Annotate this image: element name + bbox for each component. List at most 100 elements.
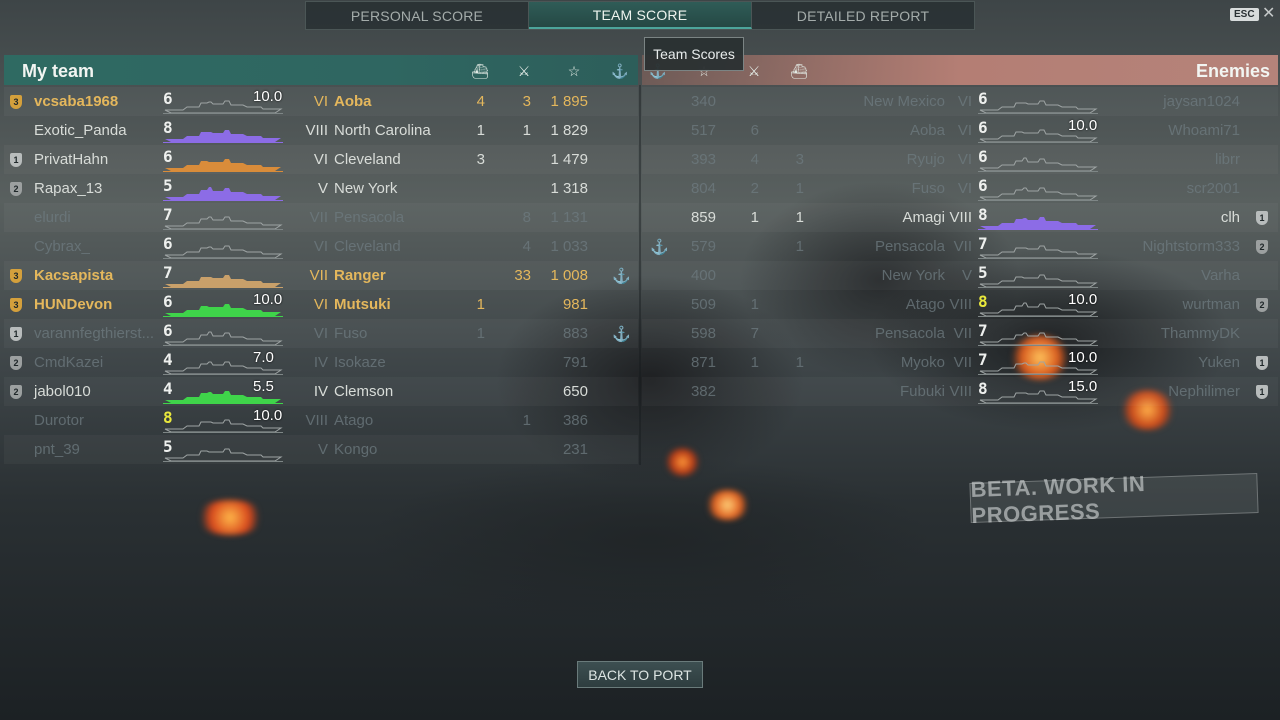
ship-silhouette-icon bbox=[163, 187, 283, 201]
tab-team-score[interactable]: TEAM SCORE bbox=[529, 2, 752, 29]
ship-silhouette-icon bbox=[978, 274, 1098, 288]
ship-tier-roman: V bbox=[317, 180, 328, 197]
player-name[interactable]: pnt_39 bbox=[34, 441, 80, 458]
table-row[interactable]: 340 New Mexico VI 6 jaysan1024 bbox=[642, 87, 1278, 116]
score-value: 231 bbox=[562, 441, 588, 458]
table-row[interactable]: 598 7 Pensacola VII 7 ThammyDK bbox=[642, 319, 1278, 348]
ship-tier-roman: VI bbox=[957, 180, 972, 197]
table-row[interactable]: Cybrax_ 6 VI Cleveland 4 1 033 bbox=[4, 232, 638, 261]
player-name[interactable]: jaysan1024 bbox=[1112, 93, 1240, 110]
rank-badge-icon: 1 bbox=[1256, 211, 1268, 225]
table-row[interactable]: 871 1 1 Myoko VII 7 10.0 Yuken 1 bbox=[642, 348, 1278, 377]
player-name[interactable]: elurdi bbox=[34, 209, 71, 226]
base-capture-anchor-icon: ⚓ bbox=[611, 63, 629, 79]
player-name[interactable]: varannfegthierst... bbox=[34, 325, 154, 342]
player-name[interactable]: Rapax_13 bbox=[34, 180, 102, 197]
rank-badge-icon: 2 bbox=[1256, 240, 1268, 254]
ship-name: Cleveland bbox=[334, 238, 401, 255]
player-name[interactable]: jabol010 bbox=[34, 383, 91, 400]
ship-silhouette bbox=[163, 154, 283, 172]
player-name[interactable]: Nightstorm333 bbox=[1112, 238, 1240, 255]
ship-name: Pensacola bbox=[874, 325, 945, 342]
player-name[interactable]: Exotic_Panda bbox=[34, 122, 127, 139]
back-to-port-button[interactable]: BACK TO PORT bbox=[577, 661, 703, 688]
table-row[interactable]: 859 1 1 Amagi VIII 8 clh 1 bbox=[642, 203, 1278, 232]
ship-health-value: 10.0 bbox=[253, 291, 283, 308]
ship-tier-roman: VIII bbox=[305, 122, 328, 139]
table-row[interactable]: elurdi 7 VII Pensacola 8 1 131 bbox=[4, 203, 638, 232]
player-name[interactable]: HUNDevon bbox=[34, 296, 112, 313]
player-name[interactable]: Nephilimer bbox=[1112, 383, 1240, 400]
table-row[interactable]: 3 vcsaba1968 6 10.0 VI Aoba 4 3 1 895 bbox=[4, 87, 638, 116]
plane-kills-icon: ⛴ bbox=[471, 63, 489, 79]
player-name[interactable]: ThammyDK bbox=[1112, 325, 1240, 342]
plane-kills-value: 1 bbox=[476, 296, 485, 313]
ship-tier-roman: VIII bbox=[949, 296, 972, 313]
table-row[interactable]: 2 Rapax_13 5 V New York 1 318 bbox=[4, 174, 638, 203]
ship-tier-roman: VII bbox=[953, 325, 972, 342]
player-name[interactable]: clh bbox=[1112, 209, 1240, 226]
player-name[interactable]: Varha bbox=[1112, 267, 1240, 284]
table-row[interactable]: 400 New York V 5 Varha bbox=[642, 261, 1278, 290]
score-value: 400 bbox=[690, 267, 716, 284]
tab-detailed-report[interactable]: DETAILED REPORT bbox=[752, 2, 974, 29]
ship-tier-roman: VII bbox=[953, 238, 972, 255]
table-row[interactable]: 2 CmdKazei 4 7.0 IV Isokaze 791 bbox=[4, 348, 638, 377]
table-row[interactable]: 509 1 Atago VIII 8 10.0 wurtman 2 bbox=[642, 290, 1278, 319]
score-value: 650 bbox=[562, 383, 588, 400]
ship-silhouette bbox=[163, 241, 283, 259]
ship-name: Clemson bbox=[334, 383, 394, 400]
plane-kills-value: 1 bbox=[476, 122, 485, 139]
player-name[interactable]: vcsaba1968 bbox=[34, 93, 118, 110]
rank-badge-icon: 3 bbox=[10, 298, 22, 312]
close-icon[interactable]: ✕ bbox=[1262, 3, 1275, 23]
ship-silhouette bbox=[163, 125, 283, 143]
plane-kills-value: 1 bbox=[476, 325, 485, 342]
score-value: 1 318 bbox=[550, 180, 588, 197]
player-name[interactable]: CmdKazei bbox=[34, 354, 103, 371]
rank-badge-icon: 2 bbox=[10, 356, 22, 370]
table-row[interactable]: 2 jabol010 4 5.5 IV Clemson 650 bbox=[4, 377, 638, 406]
player-name[interactable]: Whoami71 bbox=[1112, 122, 1240, 139]
tab-personal-score[interactable]: PERSONAL SCORE bbox=[306, 2, 529, 29]
player-name[interactable]: Yuken bbox=[1112, 354, 1240, 371]
table-row[interactable]: 393 4 3 Ryujo VI 6 librr bbox=[642, 145, 1278, 174]
plane-kills-value: 4 bbox=[476, 93, 485, 110]
player-name[interactable]: PrivatHahn bbox=[34, 151, 108, 168]
ship-name: Fuso bbox=[334, 325, 368, 342]
ship-kills-value: 2 bbox=[750, 180, 759, 197]
player-name[interactable]: librr bbox=[1112, 151, 1240, 168]
esc-key-button[interactable]: ESC bbox=[1230, 8, 1259, 21]
ship-tier-roman: VI bbox=[313, 238, 328, 255]
ship-tier-roman: V bbox=[317, 441, 328, 458]
score-value: 517 bbox=[690, 122, 716, 139]
table-row[interactable]: 1 PrivatHahn 6 VI Cleveland 3 1 479 bbox=[4, 145, 638, 174]
player-name[interactable]: Cybrax_ bbox=[34, 238, 90, 255]
table-row[interactable]: 804 2 1 Fuso VI 6 scr2001 bbox=[642, 174, 1278, 203]
table-row[interactable]: 517 6 Aoba VI 6 10.0 Whoami71 bbox=[642, 116, 1278, 145]
score-value: 1 033 bbox=[550, 238, 588, 255]
rank-badge-icon: 1 bbox=[10, 153, 22, 167]
score-value: 340 bbox=[690, 93, 716, 110]
player-name[interactable]: scr2001 bbox=[1112, 180, 1240, 197]
table-row[interactable]: Durotor 8 10.0 VIII Atago 1 386 bbox=[4, 406, 638, 435]
table-row[interactable]: 3 HUNDevon 6 10.0 VI Mutsuki 1 981 bbox=[4, 290, 638, 319]
ship-tier-roman: VII bbox=[309, 267, 328, 284]
ship-tier-roman: VIII bbox=[949, 209, 972, 226]
ship-name: Atago bbox=[905, 296, 945, 313]
ship-name: North Carolina bbox=[334, 122, 431, 139]
table-row[interactable]: 3 Kacsapista 7 VII Ranger 33 1 008 ⚓ bbox=[4, 261, 638, 290]
table-row[interactable]: 382 Fubuki VIII 8 15.0 Nephilimer 1 bbox=[642, 377, 1278, 406]
player-name[interactable]: Durotor bbox=[34, 412, 84, 429]
player-name[interactable]: Kacsapista bbox=[34, 267, 113, 284]
player-name[interactable]: wurtman bbox=[1112, 296, 1240, 313]
table-row[interactable]: pnt_39 5 V Kongo 231 bbox=[4, 435, 638, 464]
fire-glow bbox=[665, 448, 700, 476]
ship-tier-roman: IV bbox=[313, 383, 328, 400]
table-row[interactable]: ⚓ 579 1 Pensacola VII 7 Nightstorm333 2 bbox=[642, 232, 1278, 261]
fire-glow bbox=[705, 490, 750, 520]
ship-kills-value: 8 bbox=[522, 209, 531, 226]
table-row[interactable]: Exotic_Panda 8 VIII North Carolina 1 1 1 829 bbox=[4, 116, 638, 145]
my-team-title: My team bbox=[22, 61, 95, 81]
table-row[interactable]: 1 varannfegthierst... 6 VI Fuso 1 883 ⚓ bbox=[4, 319, 638, 348]
